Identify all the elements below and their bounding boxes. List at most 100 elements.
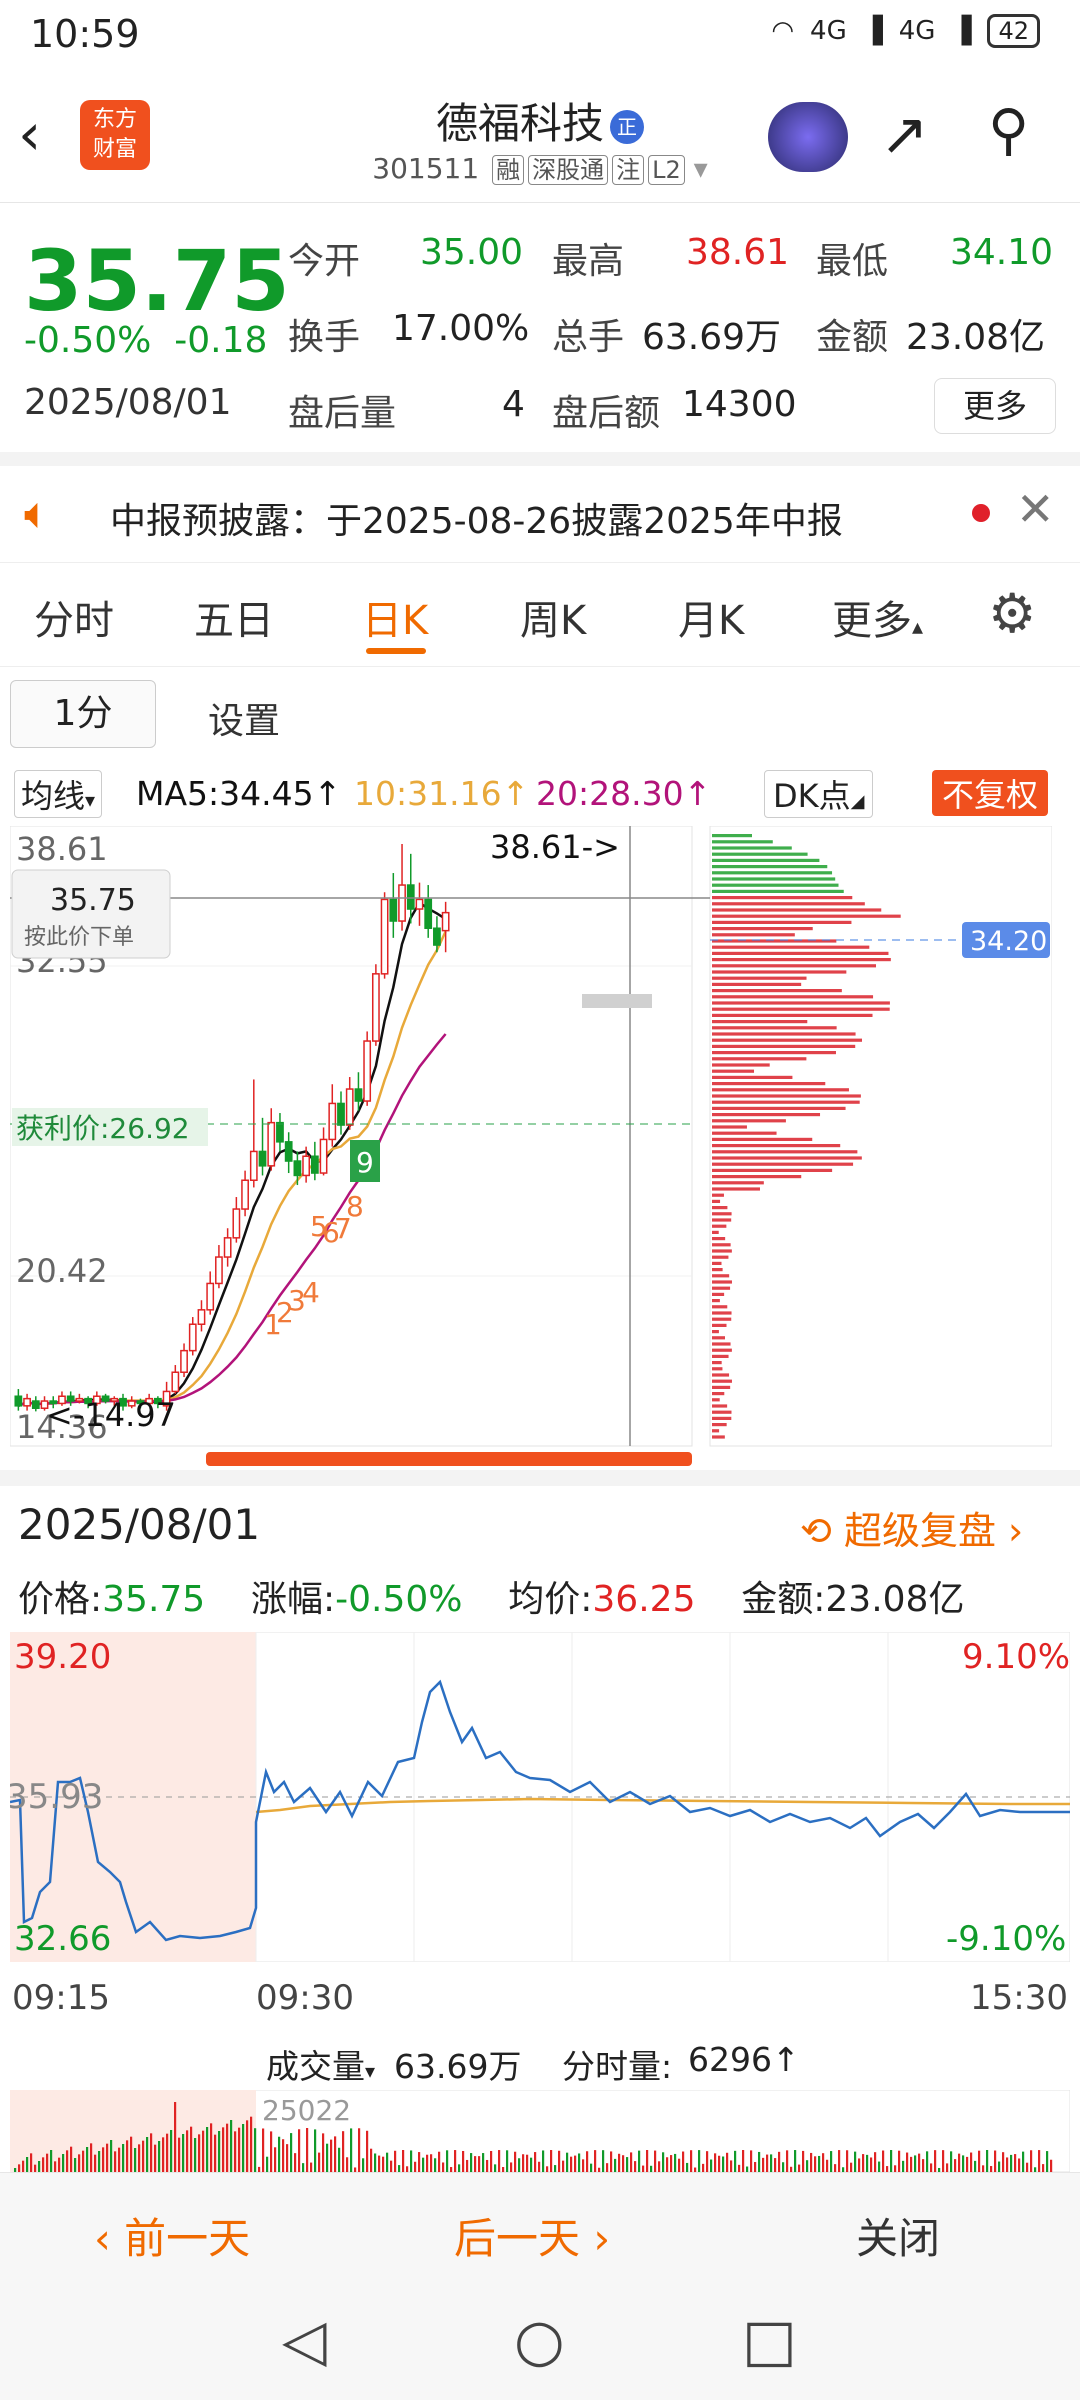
amount-value: 23.08亿 [906, 317, 1046, 358]
chip-bar [712, 1156, 862, 1160]
volume-bar [562, 2160, 565, 2172]
volume-selector[interactable]: 成交量▾ [266, 2040, 375, 2088]
volume-bar [310, 2162, 313, 2172]
chip-bar [712, 914, 901, 918]
volume-bar [494, 2164, 497, 2172]
tag-margin: 融 [492, 155, 525, 185]
chip-bar [712, 1392, 725, 1396]
volume-bar [966, 2156, 969, 2172]
volume-bar [34, 2164, 37, 2172]
tab-daily-k[interactable]: 日K [362, 588, 428, 646]
candle-body [23, 1397, 31, 1407]
period-button[interactable]: 1分 [10, 680, 156, 748]
candlestick-chart[interactable]: 1 2 3 4 5 6 7 8 9 38.61 32.55 20.42 14.3… [10, 826, 1052, 1466]
chip-bar [712, 889, 844, 893]
volume-bar [102, 2147, 105, 2172]
volume-bar [170, 2130, 173, 2172]
y-top-label: 38.61 [16, 830, 108, 868]
volume-bar [950, 2151, 953, 2172]
close-icon[interactable]: ✕ [1016, 482, 1055, 536]
volume-bar [890, 2150, 893, 2172]
notice-bar[interactable]: 🔈︎ 中报预披露：于2025-08-26披露2025年中报 ✕ [0, 466, 1080, 563]
y-low-label: 20.42 [16, 1252, 108, 1290]
volume-bar [854, 2151, 857, 2172]
close-button[interactable]: 关闭 [856, 2205, 940, 2266]
settings-link[interactable]: 设置 [208, 692, 280, 744]
chip-bar [712, 1013, 873, 1017]
volume-bar [778, 2151, 781, 2172]
tab-more-label: 更多 [832, 598, 912, 644]
volume-bar [774, 2158, 777, 2172]
ma-selector[interactable]: 均线▾ [14, 770, 103, 818]
assistant-avatar[interactable] [768, 102, 848, 172]
candle-body [354, 1088, 363, 1102]
time-open: 09:30 [256, 1978, 354, 2018]
chip-bar [712, 1162, 854, 1166]
unread-dot [972, 504, 990, 522]
nav-home-icon[interactable]: ○ [514, 2306, 565, 2374]
chip-bar [712, 1199, 721, 1203]
chip-bar [712, 1317, 732, 1321]
intraday-chart[interactable]: 39.20 35.93 32.66 9.10% -9.10% [10, 1632, 1070, 1962]
candle-body [258, 1150, 267, 1167]
volume-bar [54, 2161, 57, 2172]
search-icon[interactable]: ⚲ [988, 98, 1029, 163]
volume-bar [626, 2157, 629, 2172]
volume-bar [918, 2153, 921, 2172]
chip-bar [712, 1429, 720, 1433]
tab-weekly-k[interactable]: 周K [520, 588, 586, 646]
volume-bar [702, 2163, 705, 2172]
volume-bar [466, 2159, 469, 2172]
tab-monthly-k[interactable]: 月K [678, 588, 744, 646]
nav-recents-icon[interactable]: □ [742, 2306, 797, 2374]
nav-back-icon[interactable]: ◁ [282, 2306, 327, 2374]
volume-bar [118, 2147, 121, 2172]
volume-bar [382, 2156, 385, 2172]
chip-bar [712, 846, 792, 850]
low-label: 最低 [816, 241, 889, 282]
chip-bar [712, 1336, 725, 1340]
tab-intraday[interactable]: 分时 [34, 588, 114, 646]
prev-day-label: 前一天 [124, 2214, 251, 2263]
candle-body [337, 1102, 345, 1126]
next-day-button[interactable]: 后一天 › [454, 2205, 610, 2266]
notice-text[interactable]: 中报预披露：于2025-08-26披露2025年中报 [110, 492, 843, 544]
adjust-button[interactable]: 不复权 [932, 770, 1049, 816]
volume-bar [1018, 2158, 1021, 2172]
volume-bar [50, 2150, 53, 2172]
dk-selector[interactable]: DK点◢ [764, 770, 874, 818]
volume-bar [206, 2127, 209, 2172]
volume-bar [602, 2150, 605, 2172]
volume-bar [914, 2155, 917, 2172]
volume-bar [394, 2150, 397, 2172]
volume-bar [74, 2158, 77, 2172]
chart-scroll-bar[interactable] [206, 1452, 692, 1466]
prev-day-button[interactable]: ‹ 前一天 [94, 2205, 250, 2266]
volume-bar [898, 2150, 901, 2172]
gear-icon[interactable]: ⚙ [988, 582, 1036, 645]
more-button[interactable]: 更多 [934, 378, 1056, 434]
volume-bar [30, 2153, 33, 2172]
volume-bar [514, 2151, 517, 2172]
share-icon[interactable]: ↗ [880, 100, 929, 168]
volume-bar [218, 2131, 221, 2172]
tab-five-day[interactable]: 五日 [194, 588, 274, 646]
volume-bar [878, 2161, 881, 2172]
tab-more[interactable]: 更多▴ [832, 588, 923, 646]
volume-bar [418, 2152, 421, 2172]
volume-bar [434, 2158, 437, 2172]
volume-bar [410, 2150, 413, 2172]
volume-bar [662, 2152, 665, 2172]
volume-bar [346, 2157, 349, 2172]
chip-bar [712, 1373, 730, 1377]
volume-bar [454, 2150, 457, 2172]
high-marker: 38.61-> [490, 828, 620, 866]
chip-bar [712, 964, 877, 968]
super-replay-link[interactable]: ⟲ 超级复盘 › [800, 1500, 1023, 1555]
y-bottom-label: 32.66 [14, 1919, 111, 1959]
volume-bar [706, 2151, 709, 2172]
volume-bar [926, 2151, 929, 2172]
pct-bottom-label: -9.10% [946, 1919, 1066, 1959]
volume-bar [894, 2165, 897, 2172]
chip-bar [712, 1119, 786, 1123]
